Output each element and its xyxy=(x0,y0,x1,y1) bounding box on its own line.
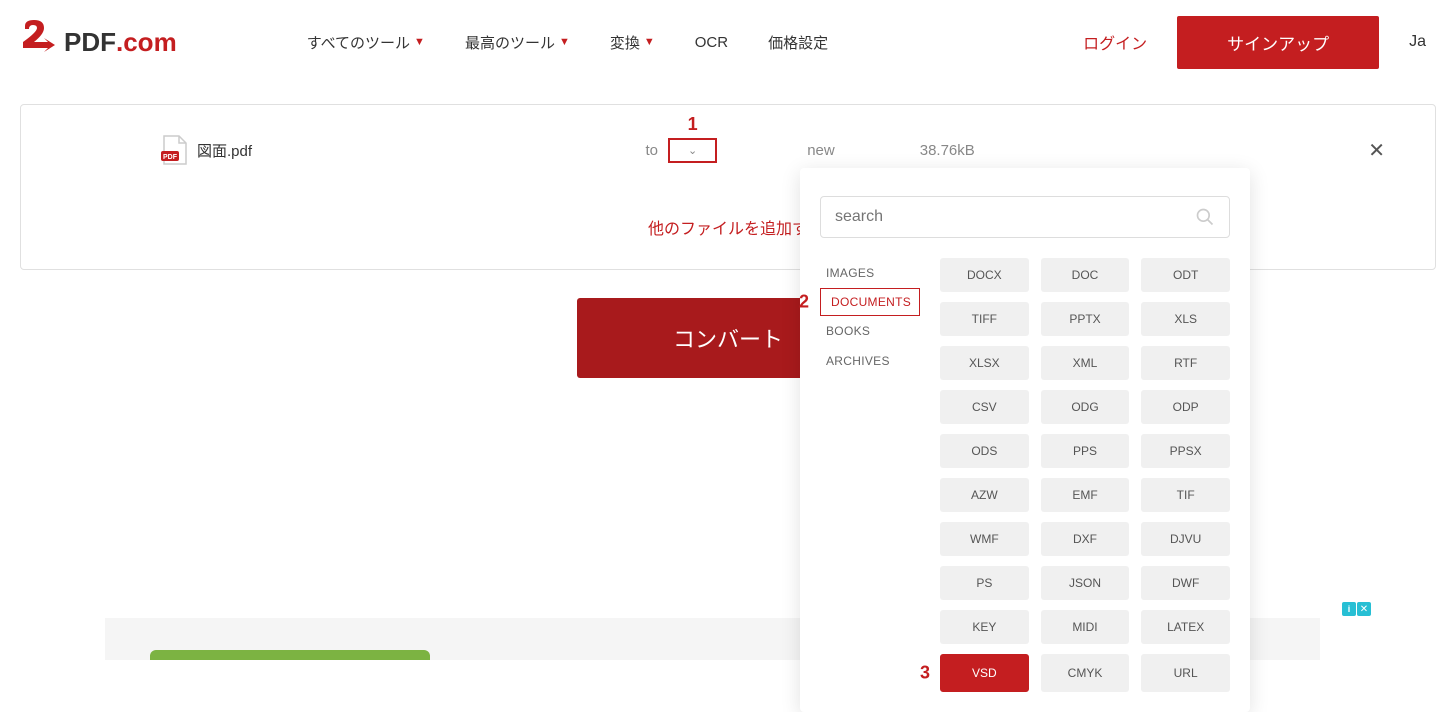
nav-best-tools[interactable]: 最高のツール ▼ xyxy=(465,32,570,53)
format-doc-button[interactable]: DOC xyxy=(1041,258,1130,292)
format-midi-button[interactable]: MIDI xyxy=(1041,610,1130,644)
file-name: 図面.pdf xyxy=(197,140,252,161)
category-images[interactable]: IMAGES xyxy=(820,258,920,288)
chevron-down-icon: ▼ xyxy=(644,36,655,48)
logo[interactable]: PDF .com xyxy=(20,18,177,67)
format-azw-button[interactable]: AZW xyxy=(940,478,1029,512)
format-dwf-button[interactable]: DWF xyxy=(1141,566,1230,600)
format-ppsx-button[interactable]: PPSX xyxy=(1141,434,1230,468)
category-archives[interactable]: ARCHIVES xyxy=(820,346,920,376)
category-books[interactable]: BOOKS xyxy=(820,316,920,346)
format-tiff-button[interactable]: TIFF xyxy=(940,302,1029,336)
language-selector[interactable]: Ja xyxy=(1409,33,1426,51)
format-djvu-button[interactable]: DJVU xyxy=(1141,522,1230,556)
format-key-button[interactable]: KEY xyxy=(940,610,1029,644)
chevron-down-icon: ▼ xyxy=(414,36,425,48)
logo-text-pdf: PDF xyxy=(64,27,116,58)
format-dxf-button[interactable]: DXF xyxy=(1041,522,1130,556)
nav-all-tools[interactable]: すべてのツール ▼ xyxy=(307,32,425,53)
login-link[interactable]: ログイン xyxy=(1083,30,1147,54)
main-nav: すべてのツール ▼ 最高のツール ▼ 変換 ▼ OCR 価格設定 xyxy=(307,32,828,53)
format-dropdown-panel: IMAGES 2 DOCUMENTS BOOKS ARCHIVES DOCXDO… xyxy=(800,168,1250,712)
remove-file-button[interactable]: ✕ xyxy=(1368,138,1385,163)
format-json-button[interactable]: JSON xyxy=(1041,566,1130,600)
svg-text:PDF: PDF xyxy=(163,154,178,161)
ad-close-icon[interactable]: ✕ xyxy=(1357,602,1371,616)
nav-best-tools-label: 最高のツール xyxy=(465,32,555,53)
chevron-down-icon: ⌄ xyxy=(688,144,697,157)
annotation-1: 1 xyxy=(688,114,698,135)
file-size: 38.76kB xyxy=(920,142,975,159)
format-latex-button[interactable]: LATEX xyxy=(1141,610,1230,644)
header: PDF .com すべてのツール ▼ 最高のツール ▼ 変換 ▼ OCR 価格設… xyxy=(0,0,1456,84)
annotation-2: 2 xyxy=(799,292,809,313)
nav-pricing[interactable]: 価格設定 xyxy=(768,32,828,53)
format-ods-button[interactable]: ODS xyxy=(940,434,1029,468)
nav-convert-label: 変換 xyxy=(610,32,640,53)
format-docx-button[interactable]: DOCX xyxy=(940,258,1029,292)
nav-all-tools-label: すべてのツール xyxy=(307,32,410,53)
nav-convert[interactable]: 変換 ▼ xyxy=(610,32,655,53)
format-xml-button[interactable]: XML xyxy=(1041,346,1130,380)
format-odg-button[interactable]: ODG xyxy=(1041,390,1130,424)
format-csv-button[interactable]: CSV xyxy=(940,390,1029,424)
dropdown-body: IMAGES 2 DOCUMENTS BOOKS ARCHIVES DOCXDO… xyxy=(820,258,1230,692)
format-search-input[interactable] xyxy=(835,208,1195,226)
formats-grid: DOCX DOC ODT TIFF PPTX XLS XLSX XML RTF CSV ODG ODP… xyxy=(940,258,1230,692)
nav-ocr[interactable]: OCR xyxy=(695,32,728,53)
category-documents[interactable]: 2 DOCUMENTS xyxy=(820,288,920,316)
format-ps-button[interactable]: PS xyxy=(940,566,1029,600)
format-tif-button[interactable]: TIF xyxy=(1141,478,1230,512)
format-categories: IMAGES 2 DOCUMENTS BOOKS ARCHIVES xyxy=(820,258,920,692)
file-row: PDF 図面.pdf to 1 ⌄ new 38.76kB ✕ xyxy=(61,135,1395,165)
format-rtf-button[interactable]: RTF xyxy=(1141,346,1230,380)
search-box xyxy=(820,196,1230,238)
format-xlsx-button[interactable]: XLSX xyxy=(940,346,1029,380)
ad-info-icon[interactable]: i xyxy=(1342,602,1356,616)
ad-controls: i ✕ xyxy=(1342,602,1371,616)
format-dropdown-toggle[interactable]: 1 ⌄ xyxy=(668,138,717,163)
format-pps-button[interactable]: PPS xyxy=(1041,434,1130,468)
nav-pricing-label: 価格設定 xyxy=(768,32,828,53)
logo-text-com: .com xyxy=(116,27,177,58)
category-documents-label: DOCUMENTS xyxy=(831,295,911,309)
file-status: new xyxy=(807,142,835,159)
search-icon xyxy=(1195,207,1215,227)
annotation-3: 3 xyxy=(920,663,930,684)
chevron-down-icon: ▼ xyxy=(559,36,570,48)
format-emf-button[interactable]: EMF xyxy=(1041,478,1130,512)
pdf-file-icon: PDF xyxy=(161,135,187,165)
format-odt-button[interactable]: ODT xyxy=(1141,258,1230,292)
nav-ocr-label: OCR xyxy=(695,34,728,51)
format-xls-button[interactable]: XLS xyxy=(1141,302,1230,336)
format-odp-button[interactable]: ODP xyxy=(1141,390,1230,424)
format-wmf-button[interactable]: WMF xyxy=(940,522,1029,556)
format-pptx-button[interactable]: PPTX xyxy=(1041,302,1130,336)
green-strip xyxy=(150,650,430,660)
signup-button[interactable]: サインアップ xyxy=(1177,16,1379,69)
to-label: to xyxy=(645,142,658,159)
logo-2-icon xyxy=(20,18,60,67)
